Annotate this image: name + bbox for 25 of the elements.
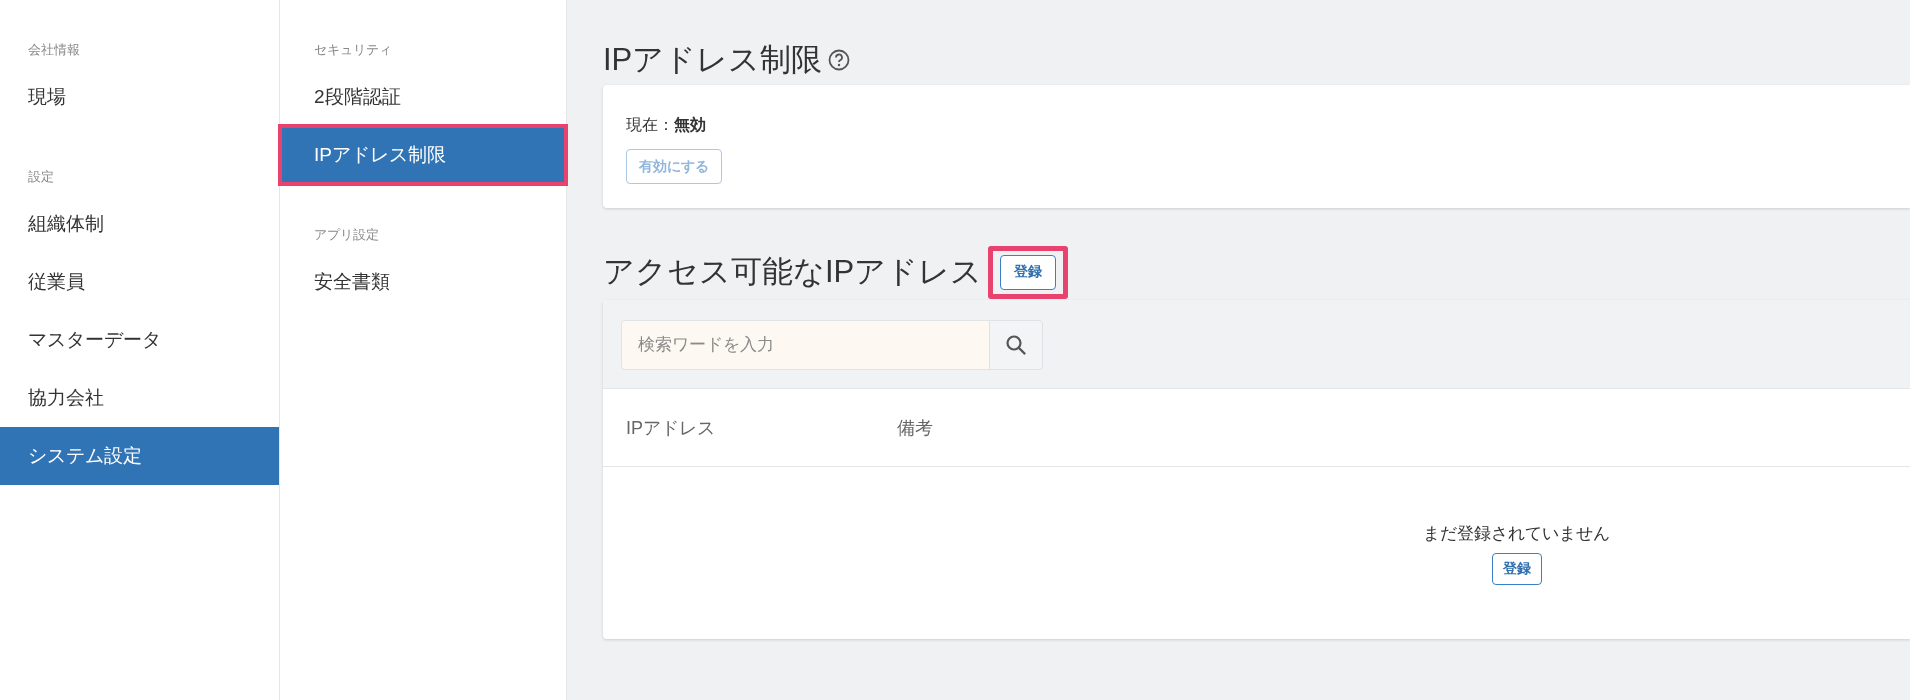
empty-message: まだ登録されていません (1423, 522, 1610, 545)
help-icon[interactable] (828, 48, 851, 71)
nav-item[interactable]: 従業員 (0, 253, 279, 311)
status-text: 現在：無効 (626, 115, 706, 135)
search-icon (1005, 334, 1027, 356)
nav-item[interactable]: 協力会社 (0, 369, 279, 427)
register-button[interactable]: 登録 (1000, 254, 1057, 290)
nav-heading: 会社情報 (28, 41, 80, 59)
nav-item[interactable]: 安全書類 (280, 253, 566, 311)
nav-item[interactable]: マスターデータ (0, 311, 279, 369)
search-button[interactable] (989, 320, 1043, 370)
column-header: IPアドレス (626, 416, 716, 440)
nav-item[interactable]: システム設定 (0, 427, 279, 485)
nav-heading: セキュリティ (314, 41, 392, 59)
nav-item[interactable]: 組織体制 (0, 195, 279, 253)
register-button[interactable]: 登録 (1491, 552, 1542, 585)
nav-item[interactable]: 現場 (0, 68, 279, 126)
nav-heading: 設定 (28, 168, 54, 186)
section-title: アクセス可能なIPアドレス (603, 253, 983, 291)
nav-item[interactable]: 2段階認証 (280, 68, 566, 126)
page-title: IPアドレス制限 (603, 40, 823, 79)
search-field[interactable]: 検索ワードを入力 (621, 320, 989, 370)
nav-item[interactable]: IPアドレス制限 (280, 126, 566, 184)
column-header: 備考 (897, 416, 933, 440)
nav-heading: アプリ設定 (314, 226, 379, 244)
